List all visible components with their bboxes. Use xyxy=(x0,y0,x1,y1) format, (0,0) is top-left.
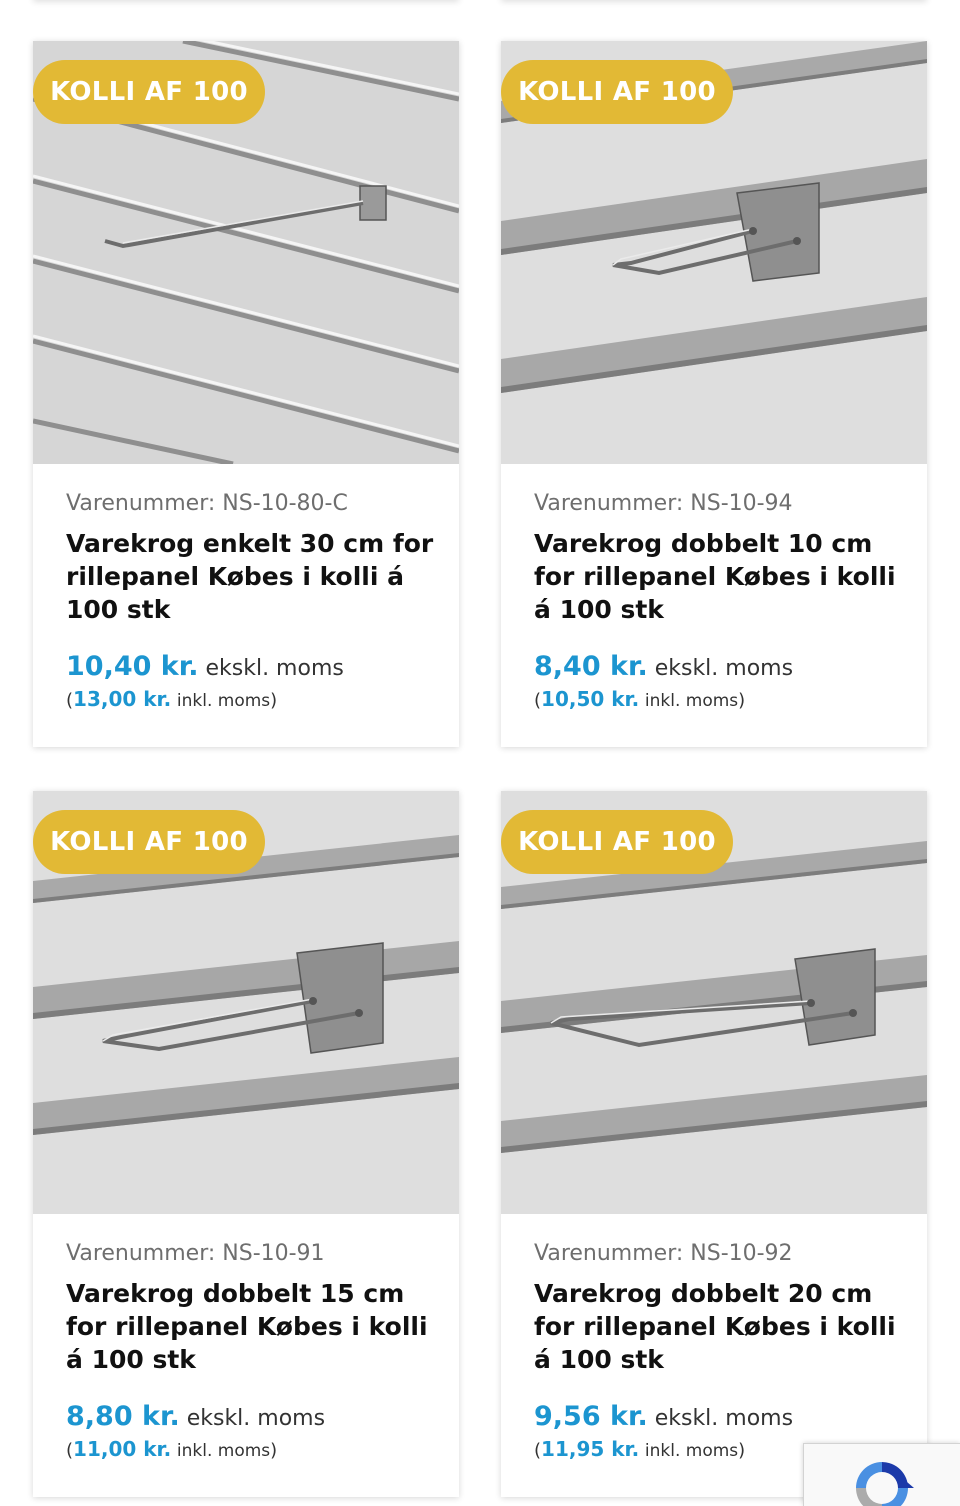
price-incl: 11,95 kr. xyxy=(541,1437,640,1461)
price-incl: 10,50 kr. xyxy=(541,687,640,711)
price-incl: 13,00 kr. xyxy=(73,687,172,711)
price-incl-label: inkl. moms xyxy=(644,691,739,711)
product-title[interactable]: Varekrog enkelt 30 cm for rillepanel Køb… xyxy=(66,527,436,626)
price-incl-row: (13,00 kr. inkl. moms) xyxy=(66,687,278,711)
price-excl-label: ekskl. moms xyxy=(654,656,794,681)
product-title[interactable]: Varekrog dobbelt 20 cm for rillepanel Kø… xyxy=(534,1277,904,1376)
product-title[interactable]: Varekrog dobbelt 10 cm for rillepanel Kø… xyxy=(534,527,904,626)
price-excl: 8,40 kr. xyxy=(534,651,648,682)
price-incl-row: (10,50 kr. inkl. moms) xyxy=(534,687,746,711)
price-incl-label: inkl. moms xyxy=(176,1441,271,1461)
recaptcha-badge[interactable] xyxy=(803,1443,960,1506)
price-excl-row: 9,56 kr. ekskl. moms xyxy=(534,1400,904,1436)
price-excl-row: 8,40 kr. ekskl. moms xyxy=(534,650,904,686)
kolli-badge: KOLLI AF 100 xyxy=(33,810,265,874)
recaptcha-icon xyxy=(856,1462,914,1506)
product-title[interactable]: Varekrog dobbelt 15 cm for rillepanel Kø… xyxy=(66,1277,436,1376)
product-image[interactable]: KOLLI AF 100 xyxy=(501,791,927,1214)
price-incl: 11,00 kr. xyxy=(73,1437,172,1461)
price-excl-label: ekskl. moms xyxy=(186,1406,326,1431)
product-image[interactable]: KOLLI AF 100 xyxy=(33,41,459,464)
price-excl-row: 10,40 kr. ekskl. moms xyxy=(66,650,436,686)
price-excl-label: ekskl. moms xyxy=(654,1406,794,1431)
kolli-badge: KOLLI AF 100 xyxy=(501,810,733,874)
product-image[interactable]: KOLLI AF 100 xyxy=(33,791,459,1214)
product-sku: Varenummer: NS-10-80-C xyxy=(66,491,348,516)
price-excl-label: ekskl. moms xyxy=(205,656,344,681)
price-incl-label: inkl. moms xyxy=(176,691,271,711)
price-excl: 8,80 kr. xyxy=(66,1401,180,1432)
price-incl-row: (11,00 kr. inkl. moms) xyxy=(66,1437,278,1461)
price-excl: 10,40 kr. xyxy=(66,651,199,682)
product-sku: Varenummer: NS-10-91 xyxy=(66,1241,325,1266)
product-sku: Varenummer: NS-10-92 xyxy=(534,1241,793,1266)
product-card[interactable]: KOLLI AF 100 Varenummer: NS-10-91 Varekr… xyxy=(33,791,459,1497)
product-card[interactable]: KOLLI AF 100 Varenummer: NS-10-94 Varekr… xyxy=(501,41,927,747)
price-excl-row: 8,80 kr. ekskl. moms xyxy=(66,1400,436,1436)
product-card[interactable]: KOLLI AF 100 Varenummer: NS-10-80-C Vare… xyxy=(33,41,459,747)
price-excl: 9,56 kr. xyxy=(534,1401,648,1432)
product-sku: Varenummer: NS-10-94 xyxy=(534,491,793,516)
price-incl-label: inkl. moms xyxy=(644,1441,739,1461)
product-card[interactable]: KOLLI AF 100 Varenummer: NS-10-92 Varekr… xyxy=(501,791,927,1497)
kolli-badge: KOLLI AF 100 xyxy=(501,60,733,124)
kolli-badge: KOLLI AF 100 xyxy=(33,60,265,124)
product-image[interactable]: KOLLI AF 100 xyxy=(501,41,927,464)
